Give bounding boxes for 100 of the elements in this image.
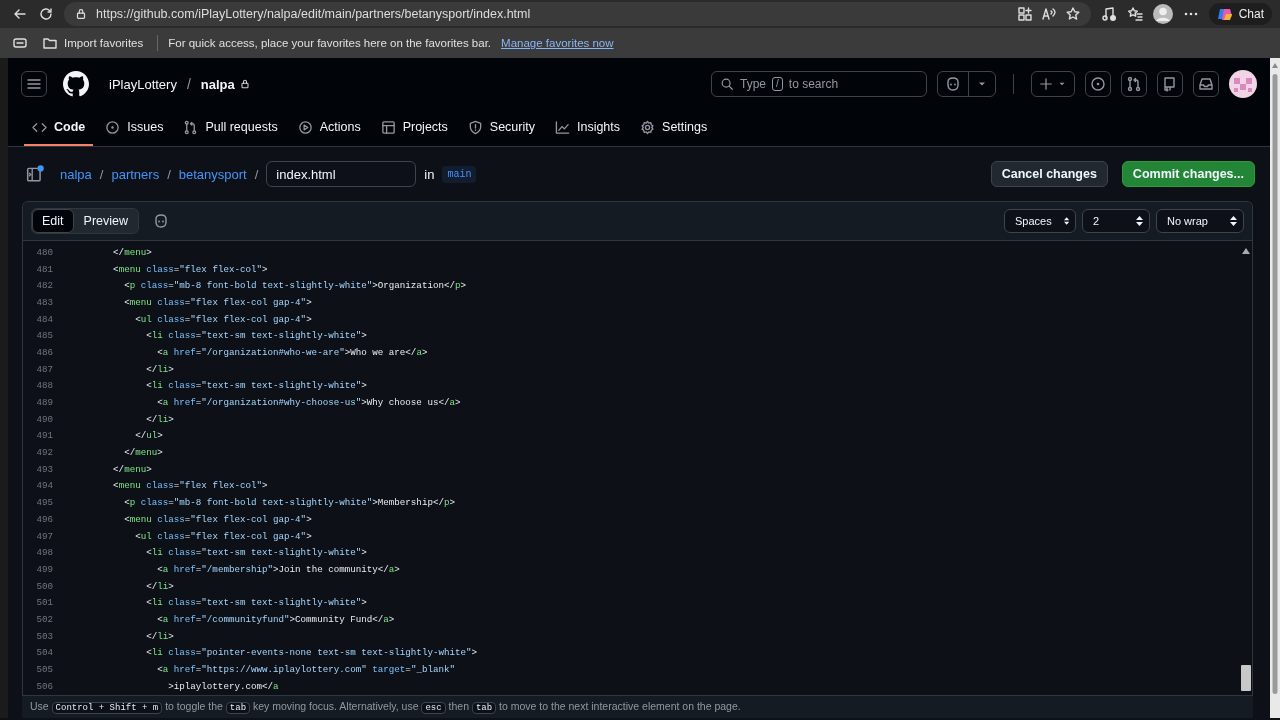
path-separator: / — [186, 76, 191, 92]
code-line: <a href="/organization#why-choose-us">Why choose us</a> — [156, 397, 461, 409]
cancel-changes-button[interactable]: Cancel changes — [990, 161, 1108, 187]
line-number: 489 — [35, 397, 54, 409]
search-icon — [720, 77, 734, 91]
line-number: 481 — [35, 263, 54, 275]
manage-favorites-link[interactable]: Manage favorites now — [501, 37, 614, 49]
app-grid-icon[interactable] — [1016, 6, 1033, 22]
favorites-icon[interactable] — [1126, 6, 1143, 22]
line-number: 504 — [35, 647, 54, 659]
favorites-message: For quick access, place your favorites here on the favorites bar. — [168, 37, 492, 49]
in-label: in — [424, 166, 435, 182]
code-line: <a href="https://www.iplaylottery.com" target="_blank" — [156, 664, 455, 676]
inbox-button[interactable] — [1193, 71, 1219, 97]
code-line: <ul class="flex flex-col gap-4"> — [134, 530, 312, 542]
line-number: 482 — [35, 280, 54, 292]
line-number: 503 — [35, 630, 54, 642]
reload-icon[interactable] — [38, 6, 54, 22]
path-separator: / — [99, 166, 104, 182]
music-icon[interactable] — [1100, 6, 1117, 22]
code-line: <li class="text-sm text-slightly-white"> — [145, 547, 367, 559]
commit-changes-button[interactable]: Commit changes... — [1121, 161, 1255, 187]
editor-mode-tab[interactable]: Edit — [32, 209, 74, 233]
code-line: </li> — [145, 413, 174, 425]
nav-tab[interactable]: Projects — [372, 110, 456, 146]
line-number: 492 — [35, 447, 54, 459]
pull-requests-button[interactable] — [1121, 71, 1147, 97]
sidebar-toggle-icon[interactable] — [26, 165, 44, 183]
profile-icon[interactable] — [1152, 4, 1173, 24]
line-number: 500 — [35, 580, 54, 592]
code-line: <a href="/membership">Join the community</a> — [156, 563, 400, 575]
code-line: </li> — [145, 363, 174, 375]
repositories-button[interactable] — [1157, 71, 1183, 97]
nav-tab[interactable]: Security — [459, 110, 543, 146]
code-line: >iplaylottery.com</a — [167, 680, 279, 692]
line-number: 484 — [35, 313, 54, 325]
line-number: 483 — [35, 296, 54, 308]
issues-button[interactable] — [1085, 71, 1111, 97]
circle-dot-icon — [105, 119, 121, 135]
code-line: </ul> — [134, 430, 163, 442]
chat-button[interactable]: Chat — [1208, 3, 1272, 25]
pull-request-icon — [183, 119, 199, 135]
avatar-icon[interactable] — [1229, 70, 1257, 98]
nav-tab[interactable]: Insights — [546, 110, 629, 146]
octocat-logo-icon[interactable] — [63, 71, 89, 97]
menu-icon — [26, 76, 42, 92]
path-separator: / — [254, 166, 259, 182]
line-number: 506 — [35, 680, 54, 692]
editor-mode-tab[interactable]: Preview — [73, 209, 138, 233]
select-field[interactable]: 2 — [1082, 209, 1150, 233]
line-number: 480 — [35, 246, 54, 258]
filename-field[interactable]: index.html — [266, 161, 417, 187]
plus-icon — [1039, 77, 1053, 91]
copilot-icon[interactable] — [153, 213, 169, 229]
code-line: </li> — [145, 580, 174, 592]
table-icon — [380, 119, 396, 135]
code-line: </menu> — [112, 246, 152, 258]
line-number: 491 — [35, 430, 54, 442]
line-number: 487 — [35, 363, 54, 375]
menu-button[interactable] — [21, 71, 47, 97]
code-line: <li class="pointer-events-none text-sm text-slightly-white"> — [145, 647, 478, 659]
line-number: 486 — [35, 346, 54, 358]
code-line: <p class="mb-8 font-bold text-slightly-white">Membership</p> — [123, 497, 455, 509]
inbox-icon — [1198, 76, 1214, 92]
up-down-arrows-icon — [1063, 216, 1069, 226]
select-field[interactable]: No wrap — [1156, 209, 1244, 233]
collections-icon[interactable] — [12, 35, 28, 51]
branch-label: main — [442, 165, 477, 183]
nav-tab[interactable]: Settings — [632, 110, 716, 146]
owner-link[interactable]: iPlayLottery — [109, 76, 177, 92]
breadcrumb-link[interactable]: nalpa — [60, 166, 92, 182]
nav-tab[interactable]: Issues — [97, 110, 172, 146]
line-number: 488 — [35, 380, 54, 392]
code-line: <menu class="flex flex-col"> — [112, 263, 268, 275]
code-line: <li class="text-sm text-slightly-white"> — [145, 597, 367, 609]
line-number: 505 — [35, 664, 54, 676]
select-field[interactable]: Spaces — [1004, 209, 1076, 233]
search-field[interactable]: Type / to search — [711, 71, 927, 97]
code-line: <menu class="flex flex-col"> — [112, 480, 268, 492]
code-line: <a href="/communityfund">Community Fund</a> — [156, 613, 395, 625]
code-line: </li> — [145, 630, 174, 642]
code-line: <li class="text-sm text-slightly-white"> — [145, 330, 367, 342]
code-line: </menu> — [123, 447, 163, 459]
nav-tab[interactable]: Pull requests — [175, 110, 286, 146]
read-aloud-icon[interactable] — [1040, 6, 1057, 22]
repo-link[interactable]: nalpa — [200, 76, 235, 92]
line-number: 497 — [35, 530, 54, 542]
nav-tab[interactable]: Code — [24, 110, 94, 146]
breadcrumb-link[interactable]: partners — [111, 166, 160, 182]
import-favorites-button[interactable]: Import favorites — [38, 33, 148, 53]
breadcrumb-link[interactable]: betanysport — [178, 166, 247, 182]
folder-icon — [42, 35, 58, 51]
star-icon[interactable] — [1064, 6, 1081, 22]
up-down-arrows-icon — [1136, 216, 1143, 226]
line-number: 494 — [35, 480, 54, 492]
copilot-icon — [945, 76, 961, 92]
line-number: 501 — [35, 597, 54, 609]
lock-icon — [74, 7, 88, 21]
nav-tab[interactable]: Actions — [289, 110, 369, 146]
keyboard-hint-text: Use Control + Shift + m to toggle the tab key moving focus. Alternatively, use esc then tab to move to the next interactive element on the page. — [30, 700, 741, 712]
